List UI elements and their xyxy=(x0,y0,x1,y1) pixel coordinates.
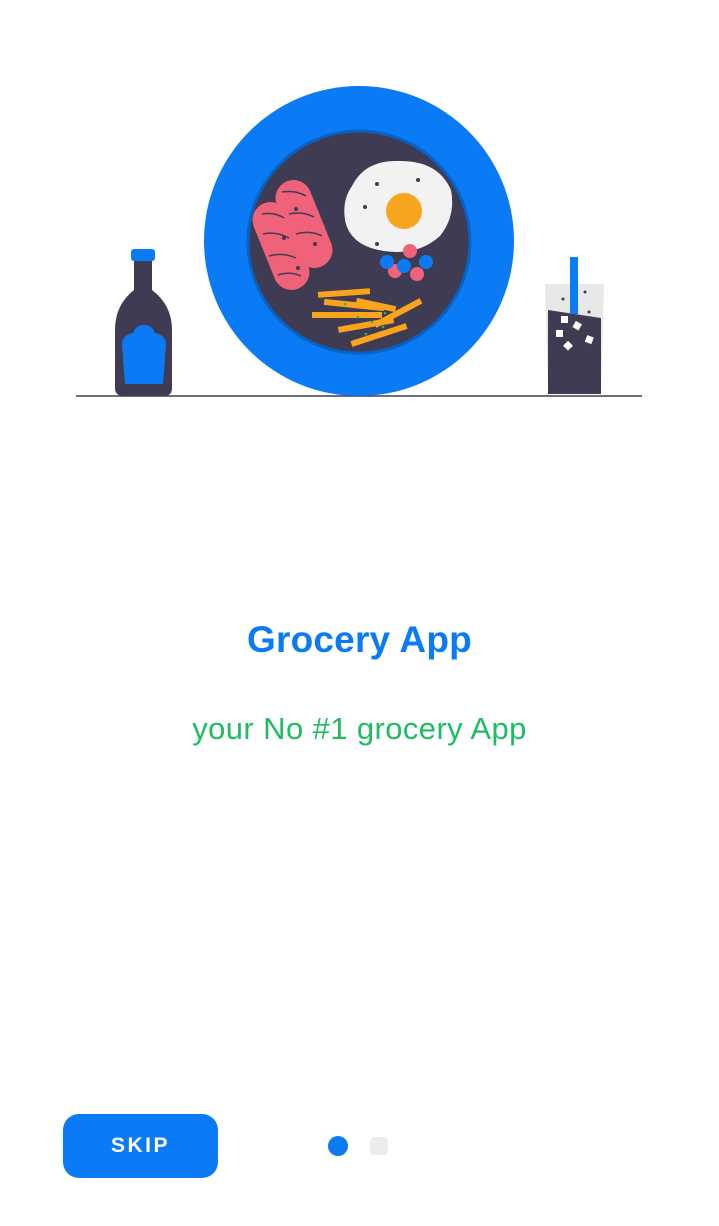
breakfast-illustration xyxy=(76,86,642,397)
onboarding-title: Grocery App xyxy=(247,619,472,660)
drink-glass-icon xyxy=(545,257,604,394)
skip-button[interactable]: SKIP xyxy=(63,1114,218,1178)
page-dot-active[interactable] xyxy=(328,1136,348,1156)
onboarding-subtitle: your No #1 grocery App xyxy=(192,711,527,746)
page-indicator xyxy=(328,1136,398,1156)
page-dot-inactive[interactable] xyxy=(370,1137,388,1155)
fried-egg-icon xyxy=(344,160,453,252)
sauce-bottle-icon xyxy=(115,249,172,396)
